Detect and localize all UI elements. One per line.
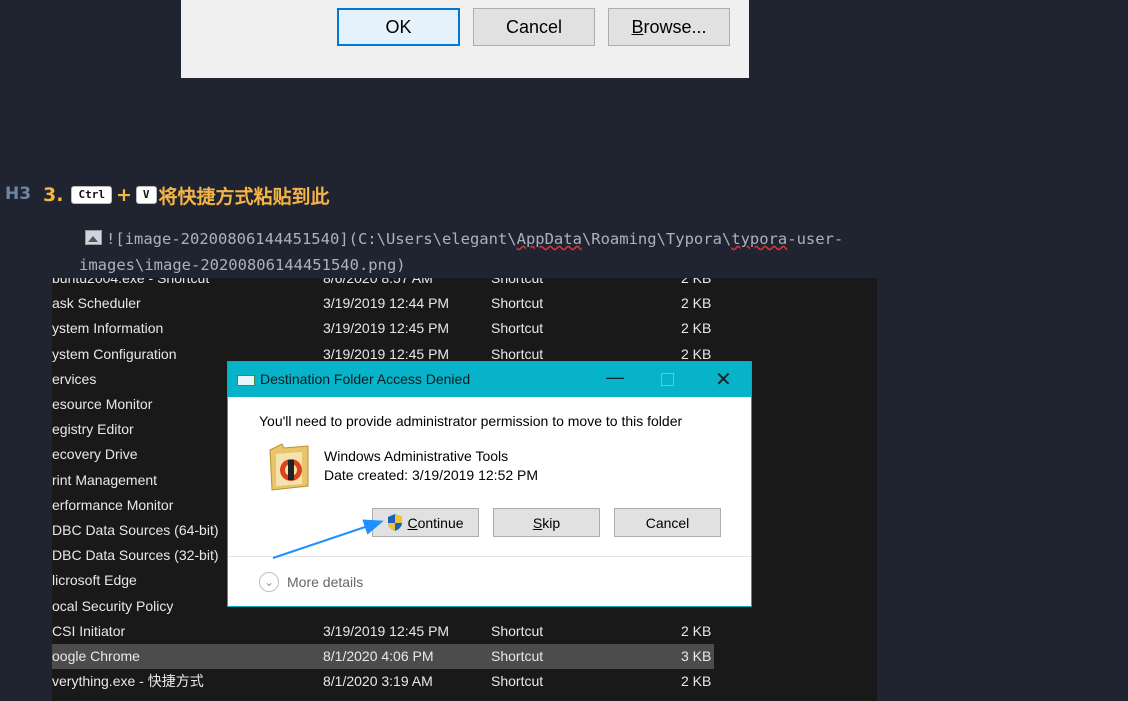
v-key: V	[135, 186, 157, 204]
cell-name: ocal Security Policy	[52, 597, 174, 614]
image-markdown-source[interactable]: ![image-20200806144451540](C:\Users\eleg…	[79, 226, 919, 278]
table-row[interactable]: ask Scheduler 3/19/2019 12:44 PM Shortcut 2…	[52, 291, 714, 316]
maximize-icon	[661, 373, 674, 386]
plus-sign: +	[115, 184, 132, 206]
md-prefix: ![image-20200806144451540](C:\Users\eleg…	[106, 230, 517, 248]
table-row[interactable]: CSI Initiator 3/19/2019 12:45 PM Shortcut 2…	[52, 619, 714, 644]
md-middle: \Roaming\Typora\	[581, 230, 732, 248]
cell-name: CSI Initiator	[52, 622, 126, 639]
folder-move-icon	[237, 375, 255, 386]
ok-label: OK	[385, 16, 412, 37]
skip-label: kip	[542, 514, 561, 531]
cell-name: verything.exe - 快捷方式	[52, 673, 204, 690]
heading-level-tag: H3	[5, 184, 32, 204]
cell-size: 2 KB	[681, 673, 712, 690]
cell-name: ystem Configuration	[52, 345, 177, 362]
dialog-cancel-label: Cancel	[645, 514, 690, 531]
cell-type: Shortcut	[491, 673, 544, 690]
cell-type: Shortcut	[491, 320, 544, 337]
cell-date: 8/1/2020 3:19 AM	[323, 673, 433, 690]
table-row[interactable]: verything.exe - 快捷方式 8/1/2020 3:19 AM Shor…	[52, 669, 714, 694]
section-heading[interactable]: 3. Ctrl + V 将快捷方式粘贴到此	[43, 180, 330, 210]
cell-date: 3/19/2019 12:45 PM	[323, 320, 450, 337]
browse-label: rowse...	[643, 16, 707, 37]
cell-size: 2 KB	[681, 622, 712, 639]
folder-browse-dialog: OK Cancel Browse...	[181, 0, 749, 78]
cell-type: Shortcut	[491, 648, 544, 664]
cell-type: Shortcut	[491, 622, 544, 639]
ctrl-key: Ctrl	[71, 186, 112, 204]
cell-name: erformance Monitor	[52, 496, 174, 513]
folder-name: Windows Administrative Tools	[324, 448, 509, 464]
skip-accel-key: S	[532, 514, 543, 531]
cell-date: 3/19/2019 12:44 PM	[323, 295, 450, 312]
cell-type: Shortcut	[491, 278, 544, 286]
cell-name: ystem Information	[52, 320, 164, 337]
image-icon	[85, 230, 102, 245]
table-row[interactable]: buntu2004.exe - Shortcut 8/6/2020 8:57 AM…	[52, 278, 714, 291]
cell-name: DBC Data Sources (64-bit)	[52, 522, 219, 538]
more-details-link[interactable]: More details	[287, 574, 363, 590]
cell-name: ervices	[52, 370, 97, 387]
cancel-button[interactable]: Cancel	[473, 8, 595, 46]
minimize-icon[interactable]: —	[606, 367, 624, 388]
continue-label: ontinue	[417, 514, 464, 531]
cell-name: DBC Data Sources (32-bit)	[52, 547, 219, 564]
folder-date-created: Date created: 3/19/2019 12:52 PM	[324, 467, 539, 483]
close-icon[interactable]: ✕	[715, 367, 732, 392]
dialog-message: You'll need to provide administrator per…	[259, 413, 683, 429]
skip-button[interactable]: Skip	[493, 508, 600, 537]
continue-button[interactable]: Continue	[372, 508, 479, 537]
table-row[interactable]	[52, 694, 714, 701]
cell-name: licrosoft Edge	[52, 572, 137, 589]
admin-tools-folder-icon	[269, 443, 309, 491]
cell-size: 3 KB	[681, 648, 712, 664]
dialog-title: Destination Folder Access Denied	[260, 371, 471, 387]
dialog-title-bar[interactable]: Destination Folder Access Denied — ✕	[228, 362, 751, 397]
cell-date: 8/6/2020 8:57 AM	[323, 278, 433, 286]
browse-accel-key: B	[631, 16, 644, 37]
cell-size: 2 KB	[681, 320, 712, 337]
dialog-separator	[228, 556, 751, 557]
cell-name: buntu2004.exe - Shortcut	[52, 278, 210, 286]
browse-button[interactable]: Browse...	[608, 8, 730, 46]
cell-name: ask Scheduler	[52, 295, 141, 312]
table-row[interactable]: oogle Chrome 8/1/2020 4:06 PM Shortcut 3 KB	[52, 644, 714, 669]
cell-name: oogle Chrome	[52, 648, 140, 664]
continue-accel-key: C	[407, 514, 418, 531]
cell-size: 2 KB	[681, 278, 712, 286]
cell-date: 8/1/2020 4:06 PM	[323, 648, 434, 664]
cell-date: 3/19/2019 12:45 PM	[323, 622, 450, 639]
cell-name: rint Management	[52, 471, 158, 488]
more-details-toggle-icon[interactable]: ⌄	[259, 572, 279, 592]
cancel-label: Cancel	[505, 16, 563, 37]
cell-type: Shortcut	[491, 295, 544, 312]
md-typora: typora	[731, 230, 788, 248]
cell-name: egistry Editor	[52, 421, 134, 438]
ok-button[interactable]: OK	[337, 8, 460, 46]
md-appdata: AppData	[516, 230, 582, 248]
heading-text: 将快捷方式粘贴到此	[158, 185, 330, 208]
access-denied-dialog: Destination Folder Access Denied — ✕ You…	[227, 361, 752, 607]
cell-name: esource Monitor	[52, 396, 153, 412]
cell-size: 2 KB	[681, 295, 712, 312]
uac-shield-icon	[388, 514, 403, 531]
table-row[interactable]: ystem Information 3/19/2019 12:45 PM Short…	[52, 316, 714, 341]
dialog-cancel-button[interactable]: Cancel	[614, 508, 721, 537]
cell-name: ecovery Drive	[52, 446, 138, 463]
heading-number: 3.	[43, 184, 64, 206]
